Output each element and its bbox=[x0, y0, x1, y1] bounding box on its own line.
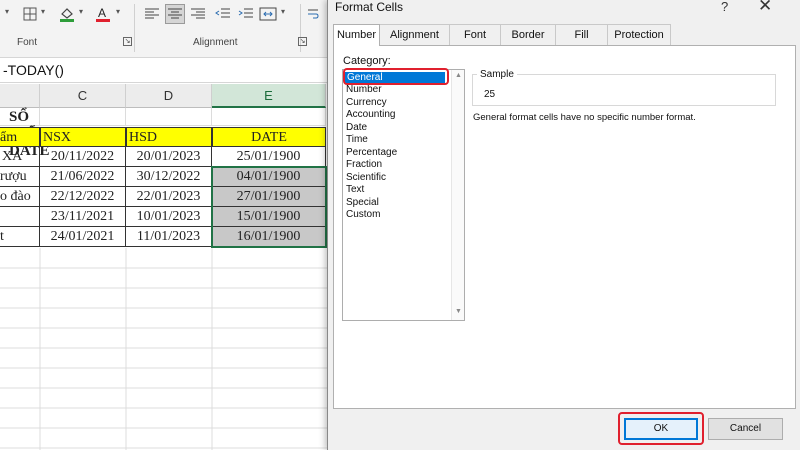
ribbon-separator bbox=[134, 4, 135, 52]
category-list-scrollbar[interactable]: ▲ ▼ bbox=[451, 70, 464, 320]
tab-protection[interactable]: Protection bbox=[607, 24, 671, 45]
general-highlight-ring bbox=[343, 68, 449, 85]
cancel-button[interactable]: Cancel bbox=[708, 418, 783, 440]
category-list[interactable]: General Number Currency Accounting Date … bbox=[342, 69, 465, 321]
fill-color-dropdown-icon[interactable]: ▾ bbox=[79, 7, 83, 16]
align-right-icon[interactable] bbox=[188, 4, 208, 24]
category-item-percentage[interactable]: Percentage bbox=[346, 147, 397, 159]
font-group-label: Font bbox=[17, 37, 38, 48]
sample-box bbox=[472, 74, 776, 106]
tab-number[interactable]: Number bbox=[333, 24, 380, 46]
category-label: Category: bbox=[343, 55, 391, 67]
category-item-custom[interactable]: Custom bbox=[346, 209, 380, 221]
table-cell[interactable]: 22/01/2023 bbox=[126, 187, 212, 207]
category-item-accounting[interactable]: Accounting bbox=[346, 109, 395, 121]
tab-font[interactable]: Font bbox=[449, 24, 501, 45]
table-cell[interactable]: 23/11/2021 bbox=[40, 207, 126, 227]
scroll-up-icon[interactable]: ▲ bbox=[455, 72, 462, 79]
format-cells-dialog: Format Cells ? ✕ Number Alignment Font B… bbox=[327, 0, 800, 450]
increase-indent-icon[interactable] bbox=[236, 4, 256, 24]
header-cell[interactable]: DATE bbox=[212, 127, 326, 147]
category-item-fraction[interactable]: Fraction bbox=[346, 159, 382, 171]
help-icon[interactable]: ? bbox=[721, 0, 728, 14]
category-item-scientific[interactable]: Scientific bbox=[346, 172, 386, 184]
tab-fill[interactable]: Fill bbox=[555, 24, 608, 45]
ok-button[interactable]: OK bbox=[624, 418, 698, 440]
empty-grid-lines bbox=[0, 248, 327, 450]
align-left-icon[interactable] bbox=[142, 4, 162, 24]
borders-icon[interactable] bbox=[20, 4, 40, 24]
table-cell[interactable]: o đào bbox=[0, 187, 40, 207]
column-header-c[interactable]: C bbox=[40, 84, 126, 108]
cell[interactable] bbox=[212, 108, 326, 126]
table-cell[interactable] bbox=[0, 207, 40, 227]
table-cell[interactable]: XA bbox=[0, 147, 40, 167]
table-cell[interactable]: 20/11/2022 bbox=[40, 147, 126, 167]
alignment-dialog-launcher-icon[interactable]: ↘ bbox=[298, 37, 307, 46]
wrap-text-icon[interactable] bbox=[306, 4, 320, 24]
table-cell[interactable]: 20/01/2023 bbox=[126, 147, 212, 167]
category-item-special[interactable]: Special bbox=[346, 197, 379, 209]
cell[interactable] bbox=[126, 108, 212, 126]
tab-border[interactable]: Border bbox=[500, 24, 556, 45]
category-item-text[interactable]: Text bbox=[346, 184, 364, 196]
table-cell[interactable]: 11/01/2023 bbox=[126, 227, 212, 247]
table-cell[interactable]: 25/01/1900 bbox=[212, 147, 326, 167]
table-cell[interactable]: 22/12/2022 bbox=[40, 187, 126, 207]
category-item-time[interactable]: Time bbox=[346, 134, 368, 146]
category-item-currency[interactable]: Currency bbox=[346, 97, 387, 109]
header-cell[interactable]: HSD bbox=[126, 127, 212, 147]
table-cell[interactable]: 30/12/2022 bbox=[126, 167, 212, 187]
merge-dropdown-icon[interactable]: ▾ bbox=[281, 7, 285, 16]
alignment-group-label: Alignment bbox=[193, 37, 238, 48]
category-item-number[interactable]: Number bbox=[346, 84, 382, 96]
column-header-b[interactable] bbox=[0, 84, 40, 108]
table-cell[interactable]: 10/01/2023 bbox=[126, 207, 212, 227]
table-cell[interactable]: rượu bbox=[0, 167, 40, 187]
format-description: General format cells have no specific nu… bbox=[473, 112, 696, 123]
font-color-icon[interactable]: A bbox=[93, 4, 113, 24]
borders-dropdown-icon[interactable]: ▾ bbox=[41, 7, 45, 16]
table-cell[interactable]: t bbox=[0, 227, 40, 247]
sample-label: Sample bbox=[477, 69, 517, 80]
formula-text[interactable]: -TODAY() bbox=[3, 62, 64, 78]
sample-value: 25 bbox=[484, 89, 496, 100]
category-item-date[interactable]: Date bbox=[346, 122, 367, 134]
fill-color-icon[interactable] bbox=[57, 4, 77, 24]
decrease-indent-icon[interactable] bbox=[213, 4, 233, 24]
font-dialog-launcher-icon[interactable]: ↘ bbox=[123, 37, 132, 46]
header-cell[interactable]: ẩm bbox=[0, 127, 40, 147]
table-cell[interactable]: 24/01/2021 bbox=[40, 227, 126, 247]
header-cell[interactable]: NSX bbox=[40, 127, 126, 147]
cell[interactable] bbox=[40, 108, 126, 126]
align-center-icon[interactable] bbox=[165, 4, 185, 24]
svg-text:A: A bbox=[98, 6, 106, 20]
selection-range bbox=[211, 166, 327, 248]
chevron-down-icon[interactable]: ▾ bbox=[5, 7, 9, 16]
column-header-d[interactable]: D bbox=[126, 84, 212, 108]
tab-alignment[interactable]: Alignment bbox=[379, 24, 450, 45]
merge-center-icon[interactable] bbox=[258, 4, 278, 24]
font-color-dropdown-icon[interactable]: ▾ bbox=[116, 7, 120, 16]
close-icon[interactable]: ✕ bbox=[758, 0, 772, 16]
dialog-title: Format Cells bbox=[335, 0, 404, 14]
number-tab-panel: Category: General Number Currency Accoun… bbox=[333, 45, 796, 409]
column-header-e[interactable]: E bbox=[212, 84, 326, 108]
scroll-down-icon[interactable]: ▼ bbox=[455, 308, 462, 315]
table-cell[interactable]: 21/06/2022 bbox=[40, 167, 126, 187]
